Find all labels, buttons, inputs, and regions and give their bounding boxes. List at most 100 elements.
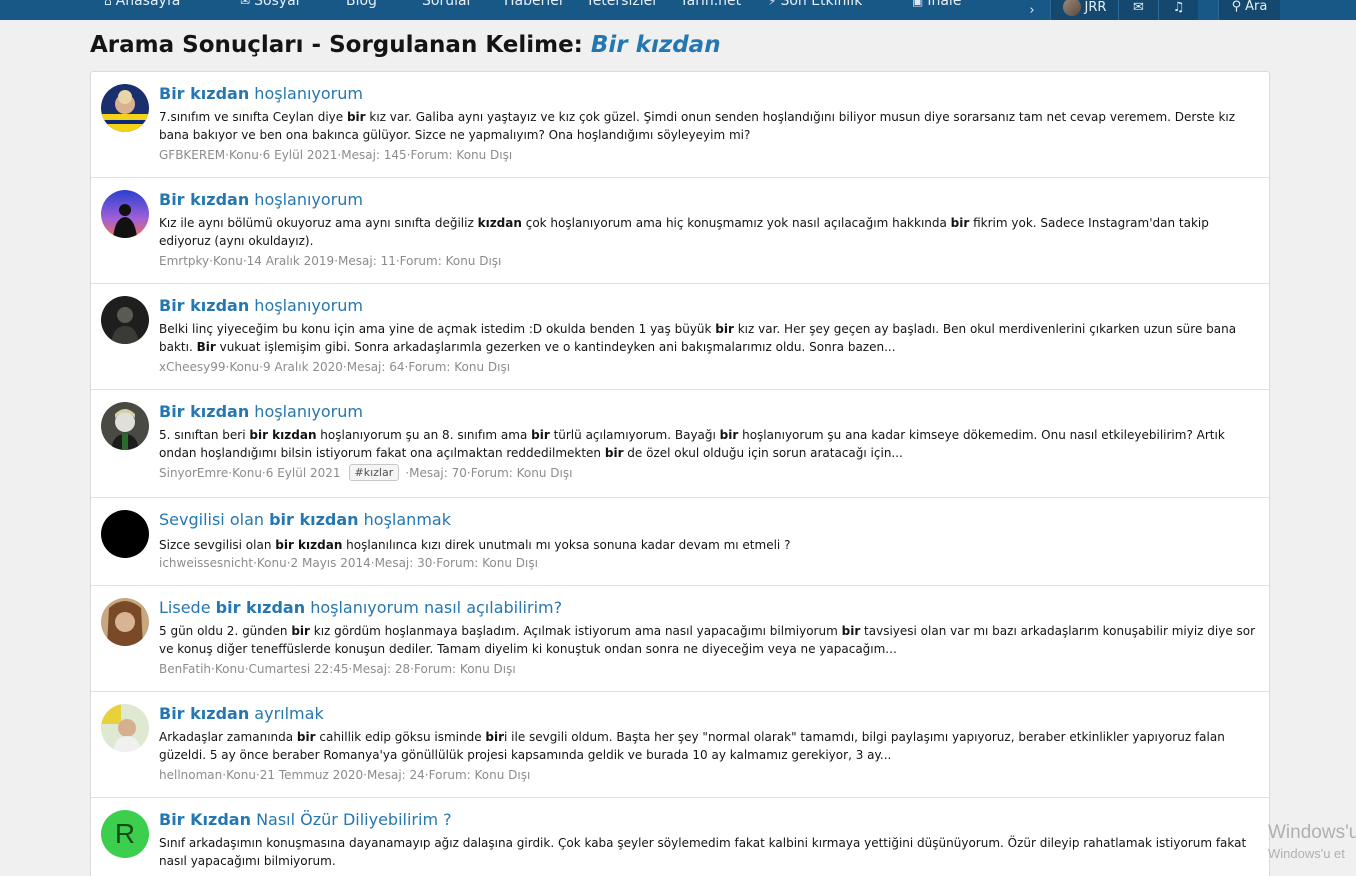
text-segment: çok hoşlanıyorum ama hiç konuşmamız yok … (521, 216, 951, 230)
chevron-right-icon[interactable]: › (1014, 0, 1050, 20)
nav-activity[interactable]: ⚡ Son Etkinlik (768, 0, 862, 11)
highlighted-keyword: bir kızdan (215, 598, 306, 617)
meta-author[interactable]: ichweissesnicht (159, 556, 253, 570)
avatar[interactable] (101, 510, 149, 558)
result-title-link[interactable]: Bir kızdan hoşlanıyorum (159, 402, 363, 421)
result-meta: Emrtpky · Konu · 14 Aralık 2019 · Mesaj:… (159, 254, 501, 268)
result-meta: xCheesy99 · Konu · 9 Aralık 2020 · Mesaj… (159, 360, 510, 374)
user-menu[interactable]: JRR (1050, 0, 1118, 20)
meta-author[interactable]: BenFatih (159, 662, 211, 676)
result-item: Bir kızdan hoşlanıyorum Kız ile aynı böl… (91, 178, 1269, 284)
text-segment: ayrılmak (249, 704, 324, 723)
highlighted-keyword: bir (715, 322, 734, 336)
highlighted-keyword: bir kızdan (269, 510, 359, 529)
meta-type: Konu (214, 662, 245, 676)
nav-auction[interactable]: ▣ Ihale (912, 0, 961, 11)
avatar[interactable] (101, 84, 149, 132)
inbox-icon[interactable]: ✉ (1118, 0, 1158, 20)
meta-author[interactable]: GFBKEREM (159, 148, 225, 162)
nav-news[interactable]: Haberler (504, 0, 565, 11)
highlighted-keyword: Bir kızdan (159, 402, 250, 421)
result-meta: ichweissesnicht · Konu · 2 Mayıs 2014 · … (159, 556, 538, 570)
nav-blog[interactable]: Blog (346, 0, 377, 11)
avatar[interactable] (101, 190, 149, 238)
avatar[interactable] (101, 704, 149, 752)
search-query: Bir kızdan (590, 32, 721, 58)
result-title-link[interactable]: Sevgilisi olan bir kızdan hoşlanmak (159, 510, 451, 529)
text-segment: 5. sınıftan beri (159, 428, 250, 442)
highlighted-keyword: bir (296, 730, 316, 744)
highlighted-keyword: bir (531, 428, 550, 442)
meta-forum[interactable]: Forum: Konu Dışı (400, 254, 502, 268)
text-segment: Arkadaşlar zamanında (159, 730, 297, 744)
avatar[interactable] (101, 296, 149, 344)
text-segment: Lisede (159, 598, 216, 617)
result-title-link[interactable]: Bir kızdan hoşlanıyorum (159, 84, 363, 103)
result-title-link[interactable]: Bir kızdan hoşlanıyorum (159, 296, 363, 315)
nav-home[interactable]: ⌂ Anasayfa (104, 0, 180, 11)
result-item: Sevgilisi olan bir kızdan hoşlanmak Sizc… (91, 498, 1269, 586)
top-navigation-bar: ⌂ Anasayfa ✉ Sosyal Blog Sorular Haberler … (0, 0, 1356, 20)
text-segment: Sevgilisi olan (159, 510, 270, 529)
result-meta: BenFatih · Konu · Cumartesi 22:45 · Mesa… (159, 662, 516, 676)
result-meta: SinyorEmre · Konu · 6 Eylül 2021 #kızlar ·… (159, 464, 572, 481)
result-snippet: 5 gün oldu 2. günden bir kız gördüm hoşl… (159, 622, 1259, 658)
meta-author[interactable]: xCheesy99 (159, 360, 225, 374)
text-segment: hoşlanıyorum (249, 402, 363, 421)
result-title-link[interactable]: Lisede bir kızdan hoşlanıyorum nasıl açı… (159, 598, 562, 617)
result-item: Bir kızdan hoşlanıyorum 7.sınıfım ve sın… (91, 72, 1269, 178)
text-segment: hoşlanıyorum (249, 190, 363, 209)
meta-forum[interactable]: Forum: Konu Dışı (411, 148, 513, 162)
activity-icon: ⚡ (768, 0, 777, 8)
search-icon: ⚲ (1231, 0, 1242, 14)
box-icon: ▣ (912, 0, 924, 8)
nav-social[interactable]: ✉ Sosyal (240, 0, 300, 11)
nav-insufficient[interactable]: Yetersizler (586, 0, 658, 11)
text-segment: 5 gün oldu 2. günden (159, 624, 292, 638)
meta-posts: Mesaj: 28 (352, 662, 411, 676)
highlighted-keyword: Bir (196, 340, 216, 354)
text-segment: kız gördüm hoşlanmaya başladım. Açılmak … (309, 624, 842, 638)
result-item: Bir kızdan hoşlanıyorum Belki linç yiyec… (91, 284, 1269, 390)
highlighted-keyword: bir (950, 216, 970, 230)
highlighted-keyword: Bir kızdan (159, 704, 250, 723)
text-segment: Sizce sevgilisi olan (159, 538, 276, 552)
text-segment: vukuat işlemişim gibi. Sonra arkadaşları… (215, 340, 896, 354)
windows-activation-watermark-subtext: Windows'u et (1268, 846, 1345, 861)
avatar[interactable]: R (101, 810, 149, 858)
meta-author[interactable]: hellnoman (159, 768, 222, 782)
highlighted-keyword: bir (485, 730, 505, 744)
meta-posts: Mesaj: 11 (338, 254, 396, 268)
text-segment: de özel okul olduğu için sorun aratacağı… (623, 446, 903, 460)
result-item: Bir kızdan ayrılmak Arkadaşlar zamanında… (91, 692, 1269, 798)
highlighted-keyword: Bir kızdan (159, 190, 250, 209)
result-snippet: Arkadaşlar zamanında bir cahillik edip g… (159, 728, 1259, 764)
text-segment: 7.sınıfım ve sınıfta Ceylan diye (159, 110, 347, 124)
meta-type: Konu (256, 556, 287, 570)
meta-posts: Mesaj: 145 (341, 148, 407, 162)
result-title-link[interactable]: Bir kızdan hoşlanıyorum (159, 190, 363, 209)
bell-icon[interactable]: ♫ (1158, 0, 1198, 20)
meta-author[interactable]: Emrtpky (159, 254, 209, 268)
meta-forum[interactable]: Forum: Konu Dışı (436, 556, 538, 570)
meta-author[interactable]: SinyorEmre (159, 466, 228, 480)
meta-date: 9 Aralık 2020 (262, 360, 343, 374)
meta-forum[interactable]: Forum: Konu Dışı (429, 768, 531, 782)
windows-activation-watermark: Windows'u (1268, 822, 1356, 843)
meta-forum[interactable]: Forum: Konu Dışı (471, 466, 573, 480)
tag-badge[interactable]: #kızlar (348, 464, 400, 481)
meta-forum[interactable]: Forum: Konu Dışı (408, 360, 510, 374)
nav-questions[interactable]: Sorular (422, 0, 472, 11)
search-button[interactable]: ⚲ Ara (1218, 0, 1280, 20)
avatar[interactable] (101, 598, 149, 646)
text-segment: Nasıl Özür Diliyebilirim ? (250, 810, 452, 829)
avatar[interactable] (101, 402, 149, 450)
highlighted-keyword: Bir kızdan (159, 296, 250, 315)
result-title-link[interactable]: Bir kızdan ayrılmak (159, 704, 324, 723)
meta-forum[interactable]: Forum: Konu Dışı (414, 662, 516, 676)
meta-posts: Mesaj: 64 (346, 360, 405, 374)
result-title-link[interactable]: Bir Kızdan Nasıl Özür Diliyebilirim ? (159, 810, 452, 829)
meta-date: 2 Mayıs 2014 (290, 556, 371, 570)
nav-tomorrow[interactable]: Yarın.net (680, 0, 741, 11)
